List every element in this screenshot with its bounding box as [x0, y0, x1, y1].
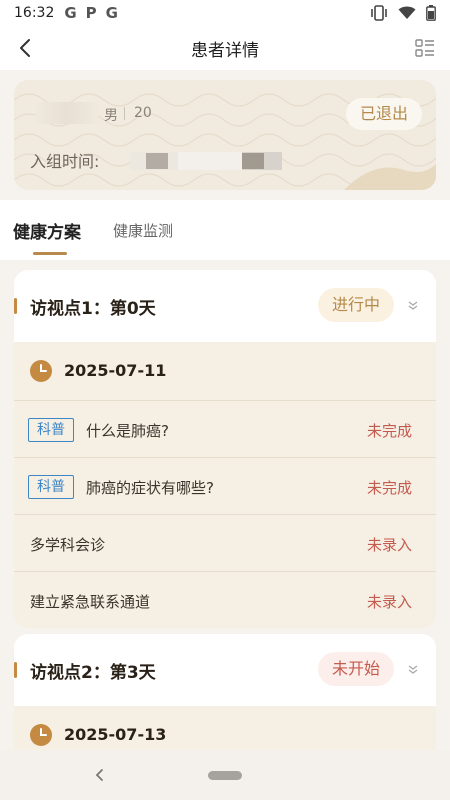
visit-status-badge: 未开始: [317, 652, 394, 686]
patient-card: 男 20 已退出 入组时间:: [14, 80, 436, 190]
visit-date-row: 2025-07-13: [14, 706, 436, 750]
visit-body: 2025-07-11 科普 什么是肺癌? 未完成 科普 肺癌的症状有哪些? 未完…: [14, 342, 436, 628]
task-status: 未录入: [366, 536, 412, 554]
back-arrow-icon[interactable]: [14, 36, 38, 60]
status-time: 16:32: [14, 5, 55, 21]
visit-date: 2025-07-11: [64, 361, 167, 380]
google-icon: G: [64, 4, 77, 22]
join-date-redacted: [130, 152, 282, 170]
visit-date: 2025-07-13: [64, 725, 167, 744]
battery-icon: [426, 5, 436, 21]
task-status: 未完成: [366, 479, 412, 497]
task-tag: 科普: [28, 475, 74, 499]
wave-pattern-decoration: [14, 93, 436, 190]
visit-header[interactable]: 访视点2：第3天 未开始: [14, 634, 436, 706]
list-menu-icon[interactable]: [414, 37, 436, 59]
visit-title-accent: [14, 298, 17, 314]
divider: [124, 107, 125, 120]
visit-title-accent: [14, 662, 17, 678]
system-back-icon[interactable]: [92, 767, 106, 783]
pinterest-icon: P: [85, 4, 97, 22]
google-icon: G: [105, 4, 118, 22]
task-tag: 科普: [28, 418, 74, 442]
chevron-down-icon[interactable]: [406, 662, 420, 676]
visit-list[interactable]: 访视点1：第0天 进行中 2025-07-11 科普 什么是肺癌? 未完成 科普…: [0, 260, 450, 750]
tab-health-monitoring[interactable]: 健康监测: [113, 220, 173, 241]
tab-health-plan[interactable]: 健康方案: [13, 218, 81, 243]
status-bar: 16:32 G P G: [0, 0, 450, 26]
task-label: 什么是肺癌?: [86, 422, 169, 440]
status-right-icons: [370, 5, 436, 21]
vibrate-icon: [371, 5, 387, 21]
task-row[interactable]: 建立紧急联系通道 未录入: [14, 571, 436, 628]
task-label: 肺癌的症状有哪些?: [86, 479, 214, 497]
task-label: 多学科会诊: [30, 536, 106, 554]
clock-icon: [30, 724, 52, 746]
patient-name-redacted: [36, 102, 98, 124]
patient-gender: 男: [104, 108, 118, 124]
task-row[interactable]: 科普 肺癌的症状有哪些? 未完成: [14, 457, 436, 514]
visit-date-row: 2025-07-11: [14, 342, 436, 400]
chevron-down-icon[interactable]: [406, 298, 420, 312]
visit-title: 访视点1：第0天: [30, 299, 156, 319]
visit-body: 2025-07-13: [14, 706, 436, 750]
task-row[interactable]: 多学科会诊 未录入: [14, 514, 436, 571]
wifi-icon: [398, 6, 416, 19]
task-row[interactable]: 科普 什么是肺癌? 未完成: [14, 400, 436, 457]
nav-bar: 患者详情: [0, 26, 450, 70]
task-status: 未录入: [366, 593, 412, 611]
task-label: 建立紧急联系通道: [30, 593, 151, 611]
home-handle[interactable]: [208, 771, 242, 780]
clock-icon: [30, 360, 52, 382]
visit-header[interactable]: 访视点1：第0天 进行中: [14, 270, 436, 342]
visit-card: 访视点2：第3天 未开始 2025-07-13: [14, 634, 436, 750]
patient-status-badge: 已退出: [345, 98, 422, 130]
visit-status-badge: 进行中: [317, 288, 394, 322]
system-nav-bar: [0, 750, 450, 800]
patient-age: 20: [134, 105, 152, 121]
tab-bar: 健康方案 健康监测: [0, 200, 450, 260]
visit-card: 访视点1：第0天 进行中 2025-07-11 科普 什么是肺癌? 未完成 科普…: [14, 270, 436, 628]
visit-title: 访视点2：第3天: [30, 663, 156, 683]
active-tab-indicator: [33, 252, 67, 255]
page-title: 患者详情: [191, 40, 259, 61]
join-date-label: 入组时间:: [30, 152, 100, 171]
task-status: 未完成: [366, 422, 412, 440]
